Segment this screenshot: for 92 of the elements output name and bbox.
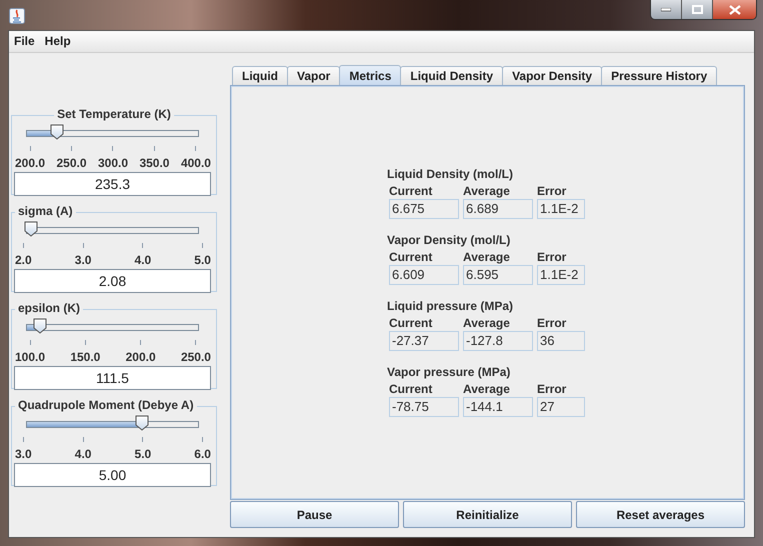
readout-field: -78.75 [389, 397, 459, 417]
value-field[interactable]: 2.08 [14, 269, 211, 293]
tab[interactable]: Liquid [232, 66, 288, 85]
tick-label: 100.0 [15, 350, 46, 365]
slider-thumb[interactable] [24, 221, 38, 237]
tick-mark [30, 340, 31, 345]
tick-label: 150.0 [70, 350, 100, 365]
tick-label: 300.0 [98, 156, 128, 171]
tick-mark [142, 243, 144, 248]
column-label: Average [463, 183, 511, 199]
tick-mark [112, 146, 114, 151]
column-label: Error [537, 381, 568, 397]
readout-field: 27 [537, 397, 585, 417]
tick-label: 3.0 [74, 253, 92, 268]
tick-mark [84, 340, 86, 345]
tick-mark [142, 437, 144, 442]
maximize-icon [692, 5, 702, 14]
readout-field: -27.37 [389, 331, 459, 351]
menu-item[interactable]: File [9, 31, 40, 52]
column-label: Current [389, 315, 434, 331]
tab[interactable]: Vapor [287, 66, 340, 85]
tick-label: 5.0 [134, 447, 152, 462]
readout-field: 1.1E-2 [537, 265, 585, 285]
column-label: Error [537, 315, 568, 331]
readout-field: 6.675 [389, 199, 459, 219]
group-title: Vapor Density (mol/L) [387, 233, 512, 249]
tick-mark [22, 243, 24, 248]
column-label: Current [389, 183, 434, 199]
tick-mark [140, 340, 142, 345]
group-title: Set Temperature (K) [54, 107, 174, 121]
tick-label: 2.0 [15, 253, 32, 268]
column-label: Average [463, 249, 511, 265]
column-label: Current [389, 381, 434, 397]
close-icon [728, 4, 740, 14]
column-label: Error [537, 249, 568, 265]
tick-mark [195, 146, 196, 151]
column-label: Average [463, 381, 511, 397]
tab[interactable]: Metrics [339, 65, 402, 85]
tick-label: 200.0 [15, 156, 46, 171]
minimize-button[interactable] [651, 0, 682, 19]
tick-label: 4.0 [134, 253, 152, 268]
value-field[interactable]: 111.5 [14, 366, 211, 390]
group-title: Liquid pressure (MPa) [387, 299, 514, 315]
readout-field: 6.689 [463, 199, 533, 219]
readout-field: 1.1E-2 [537, 199, 585, 219]
tick-label: 400.0 [180, 156, 211, 171]
action-button[interactable]: Pause [230, 501, 399, 528]
tick-label: 350.0 [139, 156, 170, 171]
tick-mark [82, 243, 84, 248]
tick-label: 4.0 [74, 447, 92, 462]
tick-mark [202, 243, 204, 248]
maximize-button[interactable] [682, 0, 713, 19]
tick-label: 200.0 [126, 350, 156, 365]
tab[interactable]: Liquid Density [400, 66, 504, 85]
slider-thumb[interactable] [134, 415, 149, 431]
group-title: Vapor pressure (MPa) [387, 365, 512, 381]
readout-field: 6.595 [463, 265, 533, 285]
group-title: sigma (A) [15, 204, 76, 218]
tick-mark [154, 146, 155, 151]
tick-mark [82, 437, 84, 442]
column-label: Error [537, 183, 568, 199]
group-title: epsilon (K) [15, 301, 83, 315]
value-field[interactable]: 235.3 [14, 172, 211, 196]
minimize-icon [661, 8, 671, 12]
group-title: Liquid Density (mol/L) [387, 167, 514, 183]
tick-label: 250.0 [56, 156, 87, 171]
app-icon [9, 8, 25, 24]
action-button[interactable]: Reset averages [576, 501, 745, 528]
tick-mark [30, 146, 31, 151]
tick-label: 3.0 [15, 447, 32, 462]
tick-label: 5.0 [194, 253, 211, 268]
tab[interactable]: Pressure History [601, 66, 718, 85]
menu-item[interactable]: Help [40, 31, 76, 52]
tick-mark [202, 437, 204, 442]
tick-label: 6.0 [194, 447, 211, 462]
tick-label: 250.0 [180, 350, 211, 365]
group-title: Quadrupole Moment (Debye A) [15, 398, 197, 412]
slider-thumb[interactable] [50, 124, 64, 140]
tick-mark [22, 437, 24, 442]
readout-field: 6.609 [389, 265, 459, 285]
column-label: Average [463, 315, 511, 331]
tab[interactable]: Vapor Density [502, 66, 602, 85]
slider-thumb[interactable] [32, 318, 47, 334]
readout-field: -144.1 [463, 397, 533, 417]
close-button[interactable] [713, 0, 756, 19]
readout-field: -127.8 [463, 331, 533, 351]
value-field[interactable]: 5.00 [14, 463, 211, 487]
column-label: Current [389, 249, 434, 265]
tick-mark [195, 340, 196, 345]
readout-field: 36 [537, 331, 585, 351]
action-button[interactable]: Reinitialize [403, 501, 572, 528]
tick-mark [71, 146, 72, 151]
